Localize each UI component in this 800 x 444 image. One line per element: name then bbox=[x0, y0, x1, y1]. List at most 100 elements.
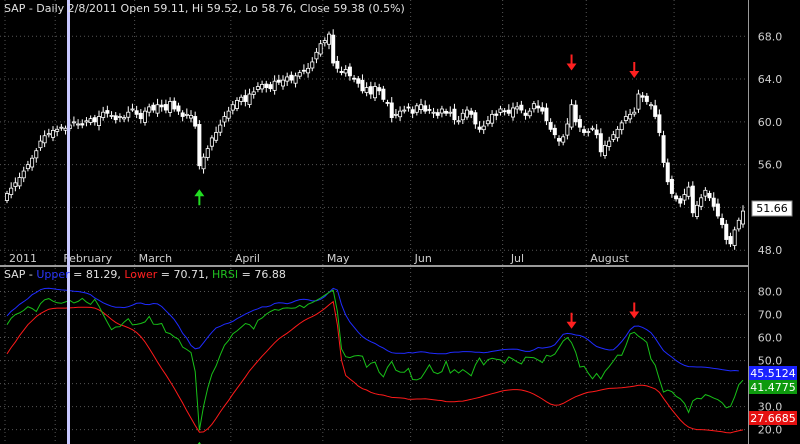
candle-body bbox=[552, 127, 557, 136]
candle-body bbox=[268, 84, 273, 90]
candle-body bbox=[368, 86, 373, 95]
candle-body bbox=[222, 116, 227, 123]
candle-body bbox=[352, 77, 357, 80]
candle-body bbox=[703, 189, 708, 197]
candle-body bbox=[180, 112, 185, 117]
candle-body bbox=[193, 116, 198, 127]
candle-body bbox=[720, 217, 725, 225]
candle-body bbox=[377, 87, 382, 92]
upper-legend-value: = 81.29, bbox=[70, 268, 125, 281]
candle-body bbox=[310, 61, 315, 69]
candle-body bbox=[251, 91, 256, 95]
candle-body bbox=[356, 78, 361, 84]
candle-body bbox=[5, 193, 10, 201]
candle-body bbox=[594, 129, 599, 136]
x-tick-label: March bbox=[139, 252, 173, 265]
candle-body bbox=[464, 109, 469, 118]
upper-value-badge: 45.5124 bbox=[749, 366, 797, 380]
candle-body bbox=[9, 187, 14, 195]
candle-body bbox=[280, 79, 285, 87]
indicator-header-prefix: SAP - bbox=[4, 268, 36, 281]
candle-body bbox=[201, 156, 206, 170]
candle-body bbox=[347, 66, 352, 77]
candle-body bbox=[188, 115, 193, 119]
candle-body bbox=[331, 34, 336, 64]
candle-body bbox=[163, 104, 168, 111]
candle-body bbox=[590, 127, 595, 130]
price-axis-divider bbox=[748, 0, 749, 444]
candle-body bbox=[209, 137, 214, 147]
candle-body bbox=[218, 124, 223, 133]
hrsi-value-label: 41.4775 bbox=[750, 381, 796, 394]
candle-body bbox=[536, 105, 541, 109]
chart-background bbox=[0, 0, 800, 444]
x-tick-label: February bbox=[63, 252, 112, 265]
candle-body bbox=[632, 111, 637, 115]
candle-body bbox=[690, 185, 695, 214]
candle-body bbox=[628, 113, 633, 120]
candle-body bbox=[80, 123, 85, 126]
candle-body bbox=[728, 236, 733, 245]
candle-body bbox=[615, 128, 620, 139]
price-and-hrsi-chart[interactable]: 48.052.056.060.064.068.020.030.040.050.0… bbox=[0, 0, 800, 444]
candle-body bbox=[260, 84, 265, 90]
indicator-y-tick-label: 60.0 bbox=[758, 332, 783, 345]
upper-value-label: 45.5124 bbox=[750, 367, 796, 380]
candle-body bbox=[707, 192, 712, 199]
candle-body bbox=[682, 194, 687, 201]
candle-body bbox=[598, 133, 603, 153]
cursor-line[interactable] bbox=[67, 0, 70, 444]
x-tick-label: Jun bbox=[414, 252, 432, 265]
candle-body bbox=[306, 67, 311, 74]
candle-body bbox=[243, 95, 248, 102]
candle-body bbox=[46, 133, 51, 136]
candle-body bbox=[322, 40, 327, 44]
price-y-tick-label: 56.0 bbox=[758, 159, 783, 172]
candle-body bbox=[452, 108, 457, 121]
candle-body bbox=[372, 86, 377, 99]
candle-body bbox=[573, 104, 578, 123]
x-tick-label: 2011 bbox=[9, 252, 37, 265]
candle-body bbox=[494, 113, 499, 116]
hrsi-value-badge: 41.4775 bbox=[749, 380, 797, 394]
candle-body bbox=[586, 131, 591, 133]
candle-body bbox=[122, 117, 127, 120]
candle-body bbox=[644, 95, 649, 102]
candle-body bbox=[431, 111, 436, 114]
candle-body bbox=[247, 93, 252, 105]
candle-body bbox=[540, 107, 545, 112]
candle-body bbox=[569, 104, 574, 128]
candle-body bbox=[276, 79, 281, 83]
candle-body bbox=[272, 80, 277, 91]
candle-body bbox=[117, 116, 122, 118]
candle-body bbox=[640, 95, 645, 98]
candle-body bbox=[406, 106, 411, 109]
candle-body bbox=[657, 114, 662, 133]
candle-body bbox=[531, 103, 536, 110]
candle-body bbox=[314, 51, 319, 60]
candle-body bbox=[38, 140, 43, 149]
candle-body bbox=[76, 123, 81, 126]
candle-body bbox=[502, 110, 507, 113]
candle-body bbox=[197, 124, 202, 167]
candle-body bbox=[393, 113, 398, 116]
candle-body bbox=[423, 105, 428, 112]
candle-body bbox=[214, 132, 219, 141]
indicator-header: SAP - Upper = 81.29, Lower = 70.71, HRSI… bbox=[4, 268, 286, 281]
candle-body bbox=[527, 110, 532, 117]
candle-body bbox=[51, 130, 56, 138]
candle-body bbox=[548, 122, 553, 130]
candle-body bbox=[113, 115, 118, 121]
lower-legend-value: = 70.71, bbox=[157, 268, 212, 281]
candle-body bbox=[498, 108, 503, 113]
candle-body bbox=[481, 125, 486, 131]
candle-body bbox=[557, 138, 562, 142]
price-y-tick-label: 60.0 bbox=[758, 116, 783, 129]
candle-body bbox=[741, 210, 746, 225]
candle-body bbox=[686, 186, 691, 197]
candle-body bbox=[636, 93, 641, 110]
candle-body bbox=[649, 104, 654, 107]
candle-body bbox=[84, 120, 89, 123]
candle-body bbox=[339, 71, 344, 74]
candle-body bbox=[611, 134, 616, 140]
